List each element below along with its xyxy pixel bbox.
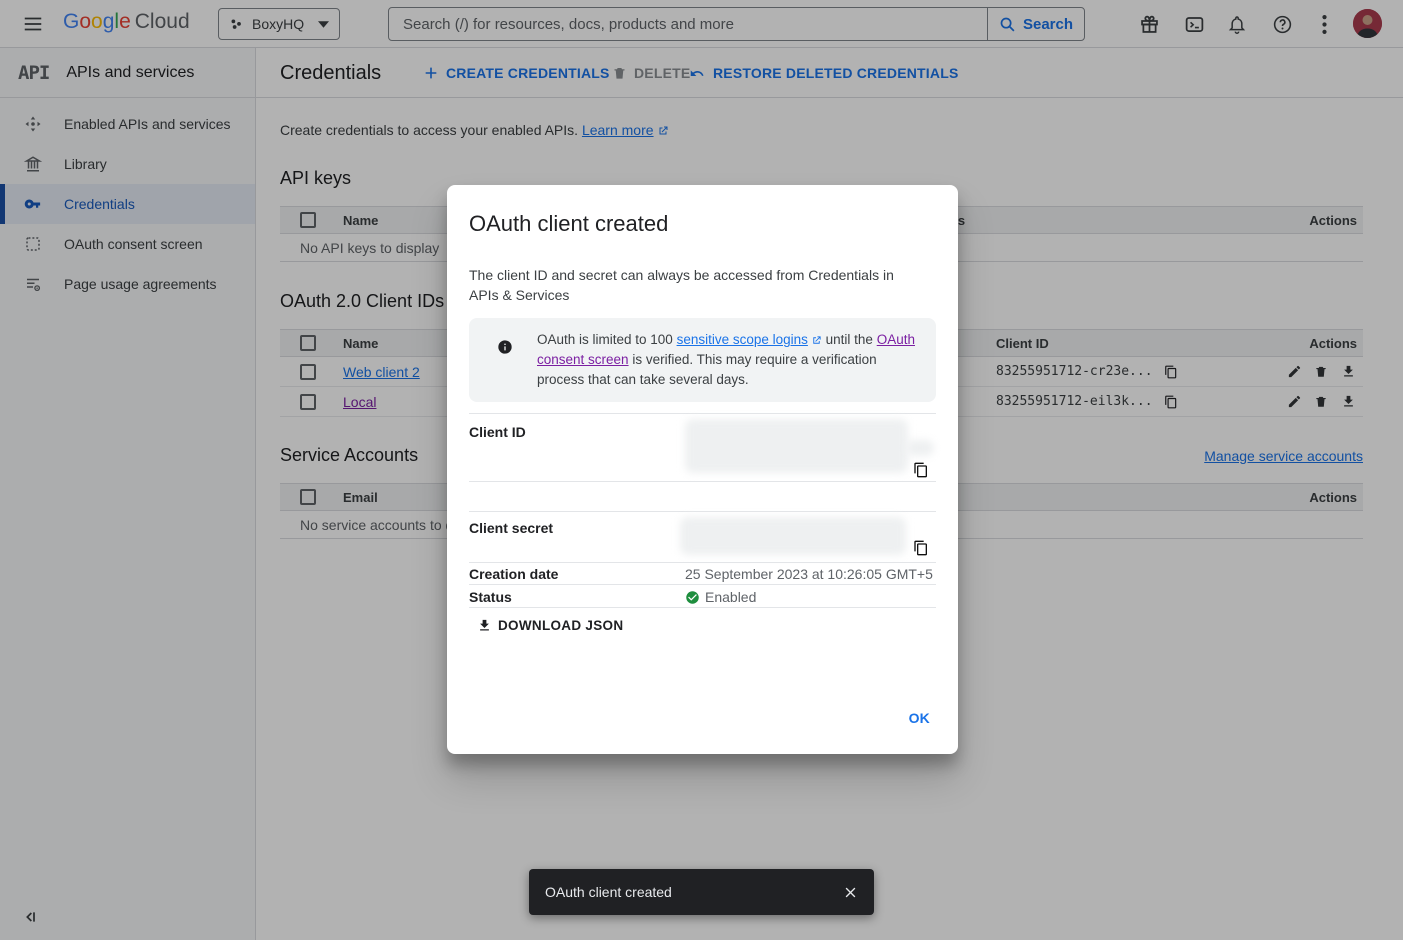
copy-icon xyxy=(913,540,929,556)
app-root: GoogleCloud BoxyHQ Search xyxy=(0,0,1403,940)
external-link-icon xyxy=(811,335,822,346)
creation-date-label: Creation date xyxy=(469,566,558,582)
client-secret-redacted-value xyxy=(680,517,906,555)
check-circle-icon xyxy=(685,590,700,605)
status-label: Status xyxy=(469,589,512,605)
notice-text: OAuth is limited to 100 sensitive scope … xyxy=(537,330,919,390)
oauth-client-created-dialog: OAuth client created The client ID and s… xyxy=(447,185,958,754)
close-icon xyxy=(843,885,858,900)
client-secret-row: Client secret xyxy=(469,511,936,562)
download-json-label: DOWNLOAD JSON xyxy=(498,618,623,633)
client-id-label: Client ID xyxy=(469,424,526,440)
status-value: Enabled xyxy=(685,589,756,605)
client-details: Client ID Client secret Creation date 25… xyxy=(469,413,936,608)
notice-part2: until the xyxy=(822,332,877,347)
client-id-redacted-value xyxy=(685,419,908,473)
client-secret-label: Client secret xyxy=(469,520,553,536)
toast-snackbar: OAuth client created xyxy=(529,869,874,915)
download-json-button[interactable]: DOWNLOAD JSON xyxy=(477,609,623,641)
copy-client-secret-button[interactable] xyxy=(913,538,933,558)
ok-button[interactable]: OK xyxy=(899,701,940,735)
creation-date-value: 25 September 2023 at 10:26:05 GMT+5 xyxy=(685,566,933,582)
creation-date-row: Creation date 25 September 2023 at 10:26… xyxy=(469,562,936,584)
download-icon xyxy=(477,618,492,633)
toast-close-button[interactable] xyxy=(834,876,866,908)
client-id-redacted-chip xyxy=(906,440,934,456)
notice-part1: OAuth is limited to 100 xyxy=(537,332,677,347)
dialog-title: OAuth client created xyxy=(469,211,668,237)
status-row: Status Enabled xyxy=(469,584,936,608)
client-id-row: Client ID xyxy=(469,413,936,481)
status-text: Enabled xyxy=(705,589,756,605)
spacer-row xyxy=(469,481,936,511)
sensitive-scope-logins-link[interactable]: sensitive scope logins xyxy=(677,332,808,347)
info-icon xyxy=(497,339,513,355)
verification-notice: OAuth is limited to 100 sensitive scope … xyxy=(469,318,936,402)
copy-icon xyxy=(913,462,929,478)
dialog-subtitle: The client ID and secret can always be a… xyxy=(469,265,921,305)
copy-client-id-button[interactable] xyxy=(913,460,933,480)
toast-message: OAuth client created xyxy=(545,884,672,900)
